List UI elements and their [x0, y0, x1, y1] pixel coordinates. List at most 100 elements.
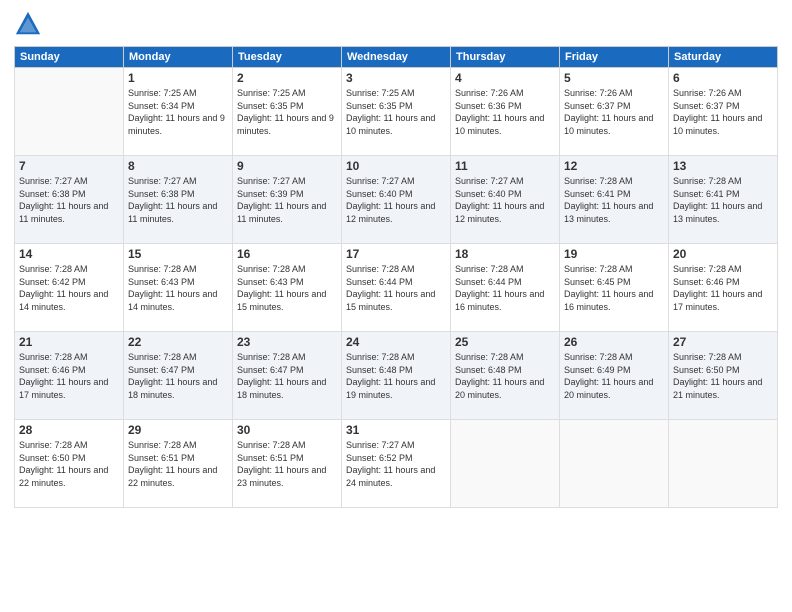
- logo: [14, 10, 46, 38]
- day-info: Sunrise: 7:26 AMSunset: 6:37 PMDaylight:…: [564, 87, 664, 137]
- calendar-cell: 7 Sunrise: 7:27 AMSunset: 6:38 PMDaylight…: [15, 156, 124, 244]
- day-info: Sunrise: 7:28 AMSunset: 6:45 PMDaylight:…: [564, 263, 664, 313]
- calendar-header-row: SundayMondayTuesdayWednesdayThursdayFrid…: [15, 47, 778, 68]
- calendar-table: SundayMondayTuesdayWednesdayThursdayFrid…: [14, 46, 778, 508]
- calendar-cell: 10 Sunrise: 7:27 AMSunset: 6:40 PMDayligh…: [342, 156, 451, 244]
- calendar-cell: 5 Sunrise: 7:26 AMSunset: 6:37 PMDaylight…: [560, 68, 669, 156]
- calendar-cell: 13 Sunrise: 7:28 AMSunset: 6:41 PMDayligh…: [669, 156, 778, 244]
- day-info: Sunrise: 7:28 AMSunset: 6:44 PMDaylight:…: [346, 263, 446, 313]
- calendar-cell: 28 Sunrise: 7:28 AMSunset: 6:50 PMDayligh…: [15, 420, 124, 508]
- day-info: Sunrise: 7:27 AMSunset: 6:39 PMDaylight:…: [237, 175, 337, 225]
- calendar-cell: 22Sunrise: 7:28 AMSunset: 6:47 PMDayligh…: [124, 332, 233, 420]
- day-number: 18: [455, 247, 555, 261]
- day-number: 8: [128, 159, 228, 173]
- day-info: Sunrise: 7:28 AMSunset: 6:48 PMDaylight:…: [346, 351, 446, 401]
- day-number: 20: [673, 247, 773, 261]
- calendar-header-friday: Friday: [560, 47, 669, 68]
- day-number: 15: [128, 247, 228, 261]
- day-number: 29: [128, 423, 228, 437]
- day-number: 24: [346, 335, 446, 349]
- page: SundayMondayTuesdayWednesdayThursdayFrid…: [0, 0, 792, 612]
- day-info: Sunrise: 7:28 AMSunset: 6:43 PMDaylight:…: [237, 263, 337, 313]
- calendar-cell: 31 Sunrise: 7:27 AMSunset: 6:52 PMDayligh…: [342, 420, 451, 508]
- calendar-week-row: 28 Sunrise: 7:28 AMSunset: 6:50 PMDayligh…: [15, 420, 778, 508]
- calendar-cell: 15 Sunrise: 7:28 AMSunset: 6:43 PMDayligh…: [124, 244, 233, 332]
- day-info: Sunrise: 7:28 AMSunset: 6:50 PMDaylight:…: [19, 439, 119, 489]
- calendar-cell: 18 Sunrise: 7:28 AMSunset: 6:44 PMDayligh…: [451, 244, 560, 332]
- calendar-cell: 16 Sunrise: 7:28 AMSunset: 6:43 PMDayligh…: [233, 244, 342, 332]
- calendar-header-tuesday: Tuesday: [233, 47, 342, 68]
- calendar-cell: 17Sunrise: 7:28 AMSunset: 6:44 PMDayligh…: [342, 244, 451, 332]
- day-info: Sunrise: 7:25 AMSunset: 6:35 PMDaylight:…: [237, 87, 337, 137]
- day-info: Sunrise: 7:28 AMSunset: 6:41 PMDaylight:…: [673, 175, 773, 225]
- calendar-header-monday: Monday: [124, 47, 233, 68]
- calendar-cell: 29 Sunrise: 7:28 AMSunset: 6:51 PMDayligh…: [124, 420, 233, 508]
- calendar-cell: 11 Sunrise: 7:27 AMSunset: 6:40 PMDayligh…: [451, 156, 560, 244]
- calendar-week-row: 7 Sunrise: 7:27 AMSunset: 6:38 PMDaylight…: [15, 156, 778, 244]
- day-info: Sunrise: 7:28 AMSunset: 6:44 PMDaylight:…: [455, 263, 555, 313]
- day-number: 21: [19, 335, 119, 349]
- day-number: 23: [237, 335, 337, 349]
- day-info: Sunrise: 7:28 AMSunset: 6:48 PMDaylight:…: [455, 351, 555, 401]
- day-number: 11: [455, 159, 555, 173]
- day-number: 14: [19, 247, 119, 261]
- day-number: 13: [673, 159, 773, 173]
- day-number: 9: [237, 159, 337, 173]
- calendar-cell: 25 Sunrise: 7:28 AMSunset: 6:48 PMDayligh…: [451, 332, 560, 420]
- calendar-cell: 2 Sunrise: 7:25 AMSunset: 6:35 PMDaylight…: [233, 68, 342, 156]
- day-number: 4: [455, 71, 555, 85]
- day-number: 16: [237, 247, 337, 261]
- day-info: Sunrise: 7:27 AMSunset: 6:52 PMDaylight:…: [346, 439, 446, 489]
- calendar-cell: 1Sunrise: 7:25 AMSunset: 6:34 PMDaylight…: [124, 68, 233, 156]
- day-number: 31: [346, 423, 446, 437]
- day-number: 25: [455, 335, 555, 349]
- day-number: 22: [128, 335, 228, 349]
- day-number: 5: [564, 71, 664, 85]
- calendar-cell: 27 Sunrise: 7:28 AMSunset: 6:50 PMDayligh…: [669, 332, 778, 420]
- day-number: 19: [564, 247, 664, 261]
- day-info: Sunrise: 7:25 AMSunset: 6:34 PMDaylight:…: [128, 87, 228, 137]
- calendar-week-row: 21Sunrise: 7:28 AMSunset: 6:46 PMDayligh…: [15, 332, 778, 420]
- calendar-cell: 20Sunrise: 7:28 AMSunset: 6:46 PMDayligh…: [669, 244, 778, 332]
- calendar-header-saturday: Saturday: [669, 47, 778, 68]
- day-number: 6: [673, 71, 773, 85]
- calendar-cell: 3Sunrise: 7:25 AMSunset: 6:35 PMDaylight…: [342, 68, 451, 156]
- day-info: Sunrise: 7:28 AMSunset: 6:51 PMDaylight:…: [128, 439, 228, 489]
- day-number: 26: [564, 335, 664, 349]
- day-info: Sunrise: 7:26 AMSunset: 6:36 PMDaylight:…: [455, 87, 555, 137]
- day-number: 28: [19, 423, 119, 437]
- day-number: 12: [564, 159, 664, 173]
- day-number: 3: [346, 71, 446, 85]
- day-number: 30: [237, 423, 337, 437]
- calendar-cell: 24 Sunrise: 7:28 AMSunset: 6:48 PMDayligh…: [342, 332, 451, 420]
- day-info: Sunrise: 7:27 AMSunset: 6:40 PMDaylight:…: [455, 175, 555, 225]
- day-info: Sunrise: 7:28 AMSunset: 6:47 PMDaylight:…: [237, 351, 337, 401]
- day-info: Sunrise: 7:28 AMSunset: 6:49 PMDaylight:…: [564, 351, 664, 401]
- day-number: 2: [237, 71, 337, 85]
- calendar-cell: 8 Sunrise: 7:27 AMSunset: 6:38 PMDaylight…: [124, 156, 233, 244]
- day-number: 27: [673, 335, 773, 349]
- day-info: Sunrise: 7:28 AMSunset: 6:43 PMDaylight:…: [128, 263, 228, 313]
- calendar-header-thursday: Thursday: [451, 47, 560, 68]
- day-number: 10: [346, 159, 446, 173]
- logo-icon: [14, 10, 42, 38]
- calendar-cell: 4 Sunrise: 7:26 AMSunset: 6:36 PMDaylight…: [451, 68, 560, 156]
- calendar-week-row: 14 Sunrise: 7:28 AMSunset: 6:42 PMDayligh…: [15, 244, 778, 332]
- calendar-cell: 19 Sunrise: 7:28 AMSunset: 6:45 PMDayligh…: [560, 244, 669, 332]
- calendar-cell: 23 Sunrise: 7:28 AMSunset: 6:47 PMDayligh…: [233, 332, 342, 420]
- calendar-cell: [560, 420, 669, 508]
- calendar-header-sunday: Sunday: [15, 47, 124, 68]
- day-info: Sunrise: 7:27 AMSunset: 6:38 PMDaylight:…: [19, 175, 119, 225]
- calendar-cell: 21Sunrise: 7:28 AMSunset: 6:46 PMDayligh…: [15, 332, 124, 420]
- calendar-cell: 14 Sunrise: 7:28 AMSunset: 6:42 PMDayligh…: [15, 244, 124, 332]
- day-info: Sunrise: 7:28 AMSunset: 6:42 PMDaylight:…: [19, 263, 119, 313]
- day-info: Sunrise: 7:27 AMSunset: 6:38 PMDaylight:…: [128, 175, 228, 225]
- calendar-cell: 6Sunrise: 7:26 AMSunset: 6:37 PMDaylight…: [669, 68, 778, 156]
- day-number: 7: [19, 159, 119, 173]
- header: [14, 10, 778, 38]
- day-info: Sunrise: 7:28 AMSunset: 6:50 PMDaylight:…: [673, 351, 773, 401]
- calendar-week-row: 1Sunrise: 7:25 AMSunset: 6:34 PMDaylight…: [15, 68, 778, 156]
- calendar-header-wednesday: Wednesday: [342, 47, 451, 68]
- calendar-cell: 9 Sunrise: 7:27 AMSunset: 6:39 PMDaylight…: [233, 156, 342, 244]
- day-info: Sunrise: 7:27 AMSunset: 6:40 PMDaylight:…: [346, 175, 446, 225]
